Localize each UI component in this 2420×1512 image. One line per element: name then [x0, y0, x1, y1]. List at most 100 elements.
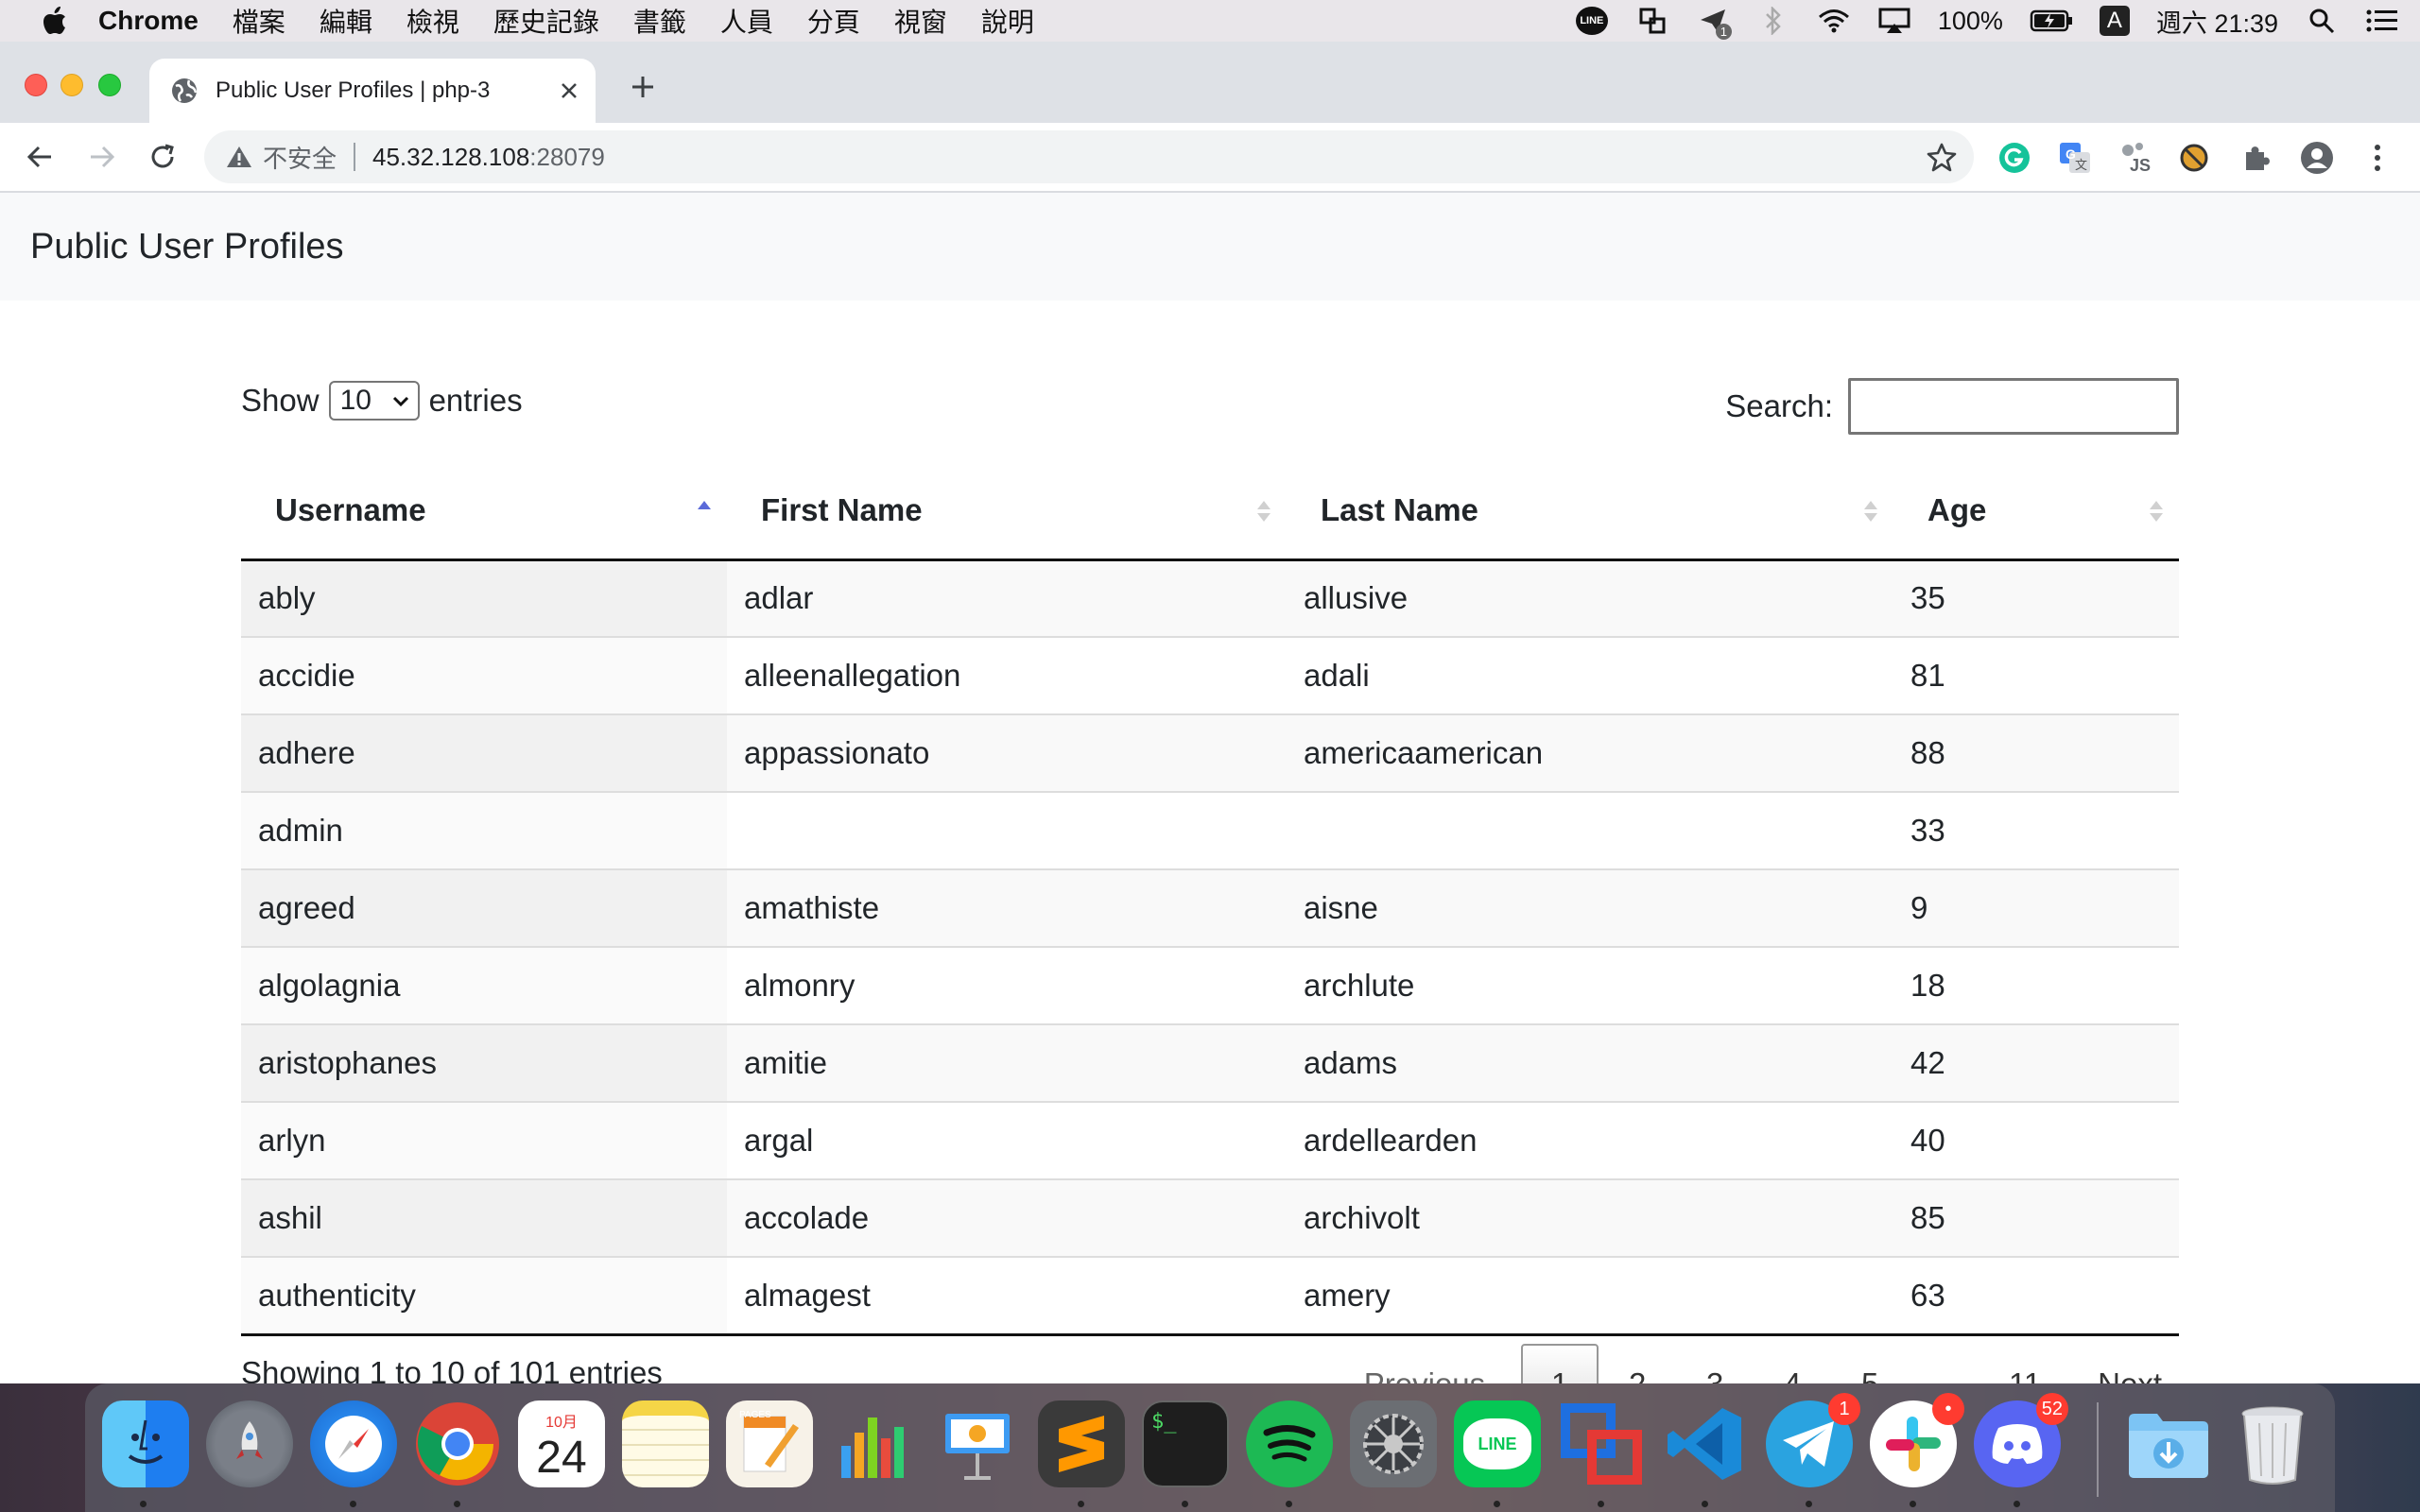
pagination-page-5[interactable]: 5 — [1831, 1344, 1909, 1384]
sort-both-icon — [2150, 501, 2163, 522]
menu-help[interactable]: 說明 — [981, 2, 1034, 40]
search-input[interactable] — [1848, 378, 2179, 435]
pagination-page-4[interactable]: 4 — [1754, 1344, 1831, 1384]
wifi-icon[interactable] — [1817, 4, 1851, 38]
browser-tab-active[interactable]: Public User Profiles | php-3 — [149, 59, 596, 123]
terminal-prompt: $_ — [1151, 1410, 1177, 1434]
telegram-badge: 1 — [1828, 1393, 1860, 1425]
navbar-brand[interactable]: Public User Profiles — [30, 227, 344, 267]
column-header-last-name[interactable]: Last Name — [1287, 463, 1893, 561]
pagination-page-1[interactable]: 1 — [1521, 1343, 1599, 1383]
menu-view[interactable]: 檢視 — [406, 2, 459, 40]
apple-menu-icon[interactable] — [34, 0, 76, 42]
cell-username: arlyn — [241, 1101, 727, 1179]
telegram-icon[interactable]: 1 — [1766, 1393, 1860, 1487]
not-secure-warning-icon[interactable] — [225, 143, 253, 171]
pages-label: PAGES — [739, 1410, 771, 1420]
cell-username: ably — [241, 559, 727, 637]
terminal-icon[interactable]: $_ — [1142, 1400, 1229, 1487]
running-indicator — [1598, 1501, 1604, 1507]
spotlight-search-icon[interactable] — [2305, 4, 2339, 38]
grammarly-extension-icon[interactable] — [1996, 140, 2032, 176]
chrome-menu-kebab-icon[interactable] — [2360, 140, 2395, 176]
menu-bookmarks[interactable]: 書籤 — [633, 2, 686, 40]
pagination-previous-button[interactable]: Previous — [1347, 1344, 1502, 1384]
input-method-icon[interactable]: A — [2099, 6, 2130, 36]
menu-history[interactable]: 歷史記錄 — [493, 2, 599, 40]
battery-charging-icon[interactable] — [2030, 4, 2073, 38]
entries-per-page-select[interactable]: 10 — [328, 381, 420, 421]
bluetooth-icon[interactable] — [1756, 4, 1790, 38]
calendar-month: 10月 — [545, 1414, 578, 1431]
notification-count: 1 — [1715, 24, 1732, 40]
calendar-day: 24 — [536, 1432, 587, 1483]
screen-sharing-icon[interactable] — [1635, 4, 1669, 38]
calendar-icon[interactable]: 10月 24 — [518, 1400, 605, 1487]
downloads-folder-icon[interactable] — [2125, 1400, 2212, 1487]
keynote-icon[interactable] — [934, 1400, 1021, 1487]
not-secure-label[interactable]: 不安全 — [263, 140, 337, 175]
column-header-first-name[interactable]: First Name — [727, 463, 1287, 561]
sublime-text-icon[interactable] — [1038, 1400, 1125, 1487]
system-preferences-icon[interactable] — [1350, 1400, 1437, 1487]
cell-username: accidie — [241, 636, 727, 714]
cell-first-name: almonry — [727, 946, 1287, 1024]
column-header-age[interactable]: Age — [1893, 463, 2179, 561]
window-close-button[interactable] — [25, 74, 47, 96]
reload-icon[interactable] — [142, 136, 183, 178]
new-tab-button[interactable] — [624, 68, 662, 106]
show-label: Show — [241, 383, 320, 418]
menu-file[interactable]: 檔案 — [233, 2, 285, 40]
tab-close-icon[interactable] — [550, 72, 588, 110]
parallels-icon[interactable] — [1558, 1400, 1645, 1487]
back-arrow-icon[interactable] — [19, 136, 60, 178]
cell-age: 40 — [1893, 1101, 2179, 1179]
line-status-icon[interactable]: LINE — [1575, 4, 1609, 38]
running-indicator — [454, 1501, 460, 1507]
cell-age: 88 — [1893, 713, 2179, 792]
pagination-page-2[interactable]: 2 — [1599, 1344, 1676, 1384]
menu-clock[interactable]: 週六 21:39 — [2156, 3, 2278, 40]
notification-center-icon[interactable] — [2365, 4, 2399, 38]
spotify-icon[interactable] — [1246, 1400, 1333, 1487]
menu-edit[interactable]: 編輯 — [320, 2, 372, 40]
safari-icon[interactable] — [310, 1400, 397, 1487]
extensions-puzzle-icon[interactable] — [2238, 140, 2274, 176]
ad-blocker-extension-icon[interactable] — [2176, 140, 2212, 176]
column-header-username[interactable]: Username — [241, 463, 727, 561]
send-notification-icon[interactable]: 1 — [1696, 4, 1732, 40]
table-info: Showing 1 to 10 of 101 entries — [241, 1354, 663, 1384]
pagination-page-11[interactable]: 11 — [1986, 1344, 2064, 1384]
address-separator — [354, 143, 356, 171]
finder-icon[interactable] — [102, 1400, 189, 1487]
slack-icon[interactable]: • — [1870, 1393, 1964, 1487]
line-app-icon[interactable]: LINE — [1454, 1400, 1541, 1487]
profile-avatar-icon[interactable] — [2299, 140, 2335, 176]
airplay-icon[interactable] — [1877, 4, 1911, 38]
launchpad-icon[interactable] — [206, 1400, 293, 1487]
pagination-page-3[interactable]: 3 — [1676, 1344, 1754, 1384]
notes-icon[interactable] — [622, 1400, 709, 1487]
sort-both-icon — [1257, 501, 1270, 522]
window-zoom-button[interactable] — [98, 74, 121, 96]
vscode-icon[interactable] — [1662, 1400, 1749, 1487]
cell-first-name: amathiste — [727, 868, 1287, 947]
discord-icon[interactable]: 52 — [1974, 1393, 2068, 1487]
menu-bar-status-area: LINE 1 100% A 週六 21:39 — [1575, 0, 2399, 42]
trash-icon[interactable] — [2229, 1400, 2316, 1487]
numbers-icon[interactable] — [830, 1400, 917, 1487]
pages-icon[interactable]: PAGES — [726, 1400, 813, 1487]
forward-arrow-icon[interactable] — [81, 136, 123, 178]
address-bar[interactable]: 不安全 45.32.128.108:28079 — [204, 130, 1974, 183]
bookmark-star-icon[interactable] — [1927, 142, 1957, 172]
menu-tab[interactable]: 分頁 — [807, 2, 860, 40]
js-extension-icon[interactable]: JS — [2118, 140, 2153, 176]
menu-window[interactable]: 視窗 — [894, 2, 947, 40]
google-translate-extension-icon[interactable]: G文 — [2057, 140, 2093, 176]
menu-app-name[interactable]: Chrome — [98, 6, 199, 36]
pagination-next-button[interactable]: Next — [2081, 1344, 2179, 1384]
chrome-icon[interactable] — [414, 1400, 501, 1487]
table-row: authenticity almagest amery 63 — [241, 1256, 2179, 1336]
window-minimize-button[interactable] — [60, 74, 83, 96]
menu-people[interactable]: 人員 — [720, 2, 773, 40]
